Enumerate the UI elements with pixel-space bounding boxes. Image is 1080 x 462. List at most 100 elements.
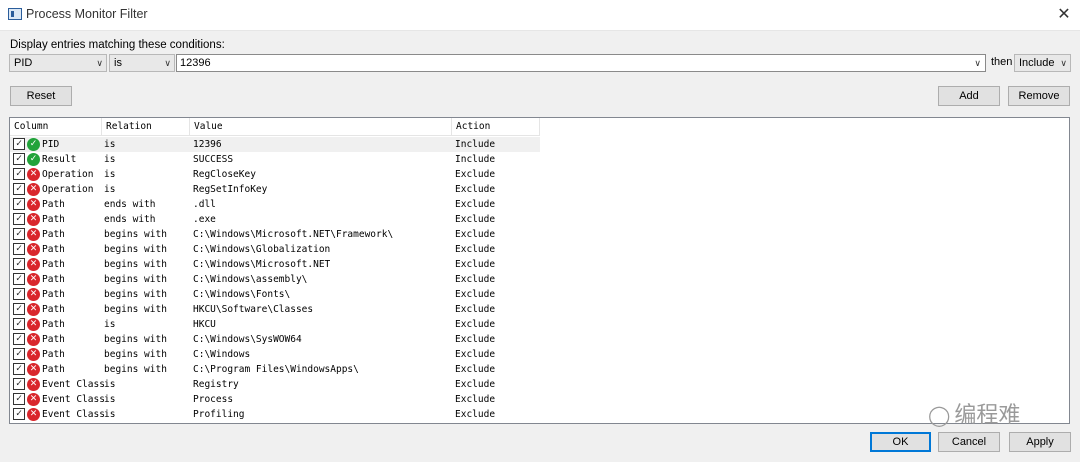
- enable-checkbox[interactable]: ✓: [13, 303, 25, 315]
- table-row[interactable]: ✓ ✕ Path ends with .dll Exclude: [10, 197, 540, 212]
- row-action-cell: Exclude: [455, 319, 496, 330]
- enable-checkbox[interactable]: ✓: [13, 198, 25, 210]
- enable-checkbox[interactable]: ✓: [13, 333, 25, 345]
- table-row[interactable]: ✓ ✕ Path begins with C:\Windows\Microsoft.NE…: [10, 257, 540, 272]
- enable-checkbox[interactable]: ✓: [13, 228, 25, 240]
- enable-checkbox[interactable]: ✓: [13, 138, 25, 150]
- row-column-cell: Path: [42, 319, 65, 330]
- enable-checkbox[interactable]: ✓: [13, 243, 25, 255]
- action-select-value: Include: [1019, 57, 1055, 69]
- exclude-x-icon: ✕: [27, 303, 40, 316]
- column-header-column[interactable]: Column: [10, 118, 102, 136]
- row-relation-cell: begins with: [104, 229, 167, 240]
- enable-checkbox[interactable]: ✓: [13, 258, 25, 270]
- column-header-action[interactable]: Action: [452, 118, 540, 136]
- row-value-cell: C:\Windows\Microsoft.NET\Framework\: [193, 229, 394, 240]
- table-row[interactable]: ✓ ✕ Operation is RegSetInfoKey Exclude: [10, 182, 540, 197]
- row-value-cell: Profiling: [193, 409, 245, 420]
- row-relation-cell: ends with: [104, 199, 156, 210]
- row-action-cell: Include: [455, 154, 496, 165]
- table-row[interactable]: ✓ ✕ Path begins with C:\Program Files\Window…: [10, 362, 540, 377]
- row-relation-cell: begins with: [104, 349, 167, 360]
- action-select[interactable]: Include ∨: [1014, 54, 1071, 72]
- enable-checkbox[interactable]: ✓: [13, 183, 25, 195]
- reset-button[interactable]: Reset: [10, 86, 72, 106]
- ok-button[interactable]: OK: [870, 432, 931, 452]
- table-row[interactable]: ✓ ✓ Result is SUCCESS Include: [10, 152, 540, 167]
- row-value-cell: HKCU: [193, 319, 216, 330]
- enable-checkbox[interactable]: ✓: [13, 318, 25, 330]
- table-row[interactable]: ✓ ✕ Operation is RegCloseKey Exclude: [10, 167, 540, 182]
- enable-checkbox[interactable]: ✓: [13, 363, 25, 375]
- table-row[interactable]: ✓ ✕ Event Class is Profiling Exclude: [10, 407, 540, 422]
- table-row[interactable]: ✓ ✕ Event Class is Process Exclude: [10, 392, 540, 407]
- row-value-cell: C:\Windows\Microsoft.NET: [193, 259, 331, 270]
- close-button[interactable]: ✕: [1048, 2, 1080, 28]
- exclude-x-icon: ✕: [27, 273, 40, 286]
- value-input[interactable]: 12396 ∨: [176, 54, 986, 72]
- table-row[interactable]: ✓ ✕ Path begins with C:\Windows\Globalizatio…: [10, 242, 540, 257]
- row-action-cell: Exclude: [455, 244, 496, 255]
- enable-checkbox[interactable]: ✓: [13, 213, 25, 225]
- enable-checkbox[interactable]: ✓: [13, 153, 25, 165]
- row-relation-cell: begins with: [104, 364, 167, 375]
- column-header-relation[interactable]: Relation: [102, 118, 190, 136]
- row-action-cell: Exclude: [455, 394, 496, 405]
- remove-button[interactable]: Remove: [1008, 86, 1070, 106]
- table-row[interactable]: ✓ ✕ Path is HKCU Exclude: [10, 317, 540, 332]
- relation-select[interactable]: is ∨: [109, 54, 175, 72]
- table-row[interactable]: ✓ ✕ Path begins with C:\Windows\Fonts\ Exclud…: [10, 287, 540, 302]
- enable-checkbox[interactable]: ✓: [13, 273, 25, 285]
- row-column-cell: Path: [42, 214, 65, 225]
- enable-checkbox[interactable]: ✓: [13, 393, 25, 405]
- row-relation-cell: begins with: [104, 304, 167, 315]
- row-action-cell: Exclude: [455, 229, 496, 240]
- row-action-cell: Exclude: [455, 274, 496, 285]
- row-value-cell: HKCU\Software\Classes: [193, 304, 314, 315]
- column-select[interactable]: PID ∨: [9, 54, 107, 72]
- process-monitor-icon: [8, 8, 22, 20]
- row-column-cell: Path: [42, 304, 65, 315]
- table-row[interactable]: ✓ ✕ Path begins with C:\Windows\Microsoft.NE…: [10, 227, 540, 242]
- row-relation-cell: is: [104, 409, 116, 420]
- window-title: Process Monitor Filter: [26, 7, 148, 21]
- exclude-x-icon: ✕: [27, 198, 40, 211]
- filter-rows: ✓ ✓ PID is 12396 Include ✓ ✓ Result is SUCCESS Incl…: [10, 137, 1069, 422]
- row-relation-cell: begins with: [104, 244, 167, 255]
- apply-button[interactable]: Apply: [1009, 432, 1071, 452]
- row-value-cell: Registry: [193, 379, 239, 390]
- filter-list[interactable]: Column Relation Value Action ✓ ✓ PID is 1239…: [9, 117, 1070, 424]
- enable-checkbox[interactable]: ✓: [13, 348, 25, 360]
- row-action-cell: Exclude: [455, 214, 496, 225]
- table-row[interactable]: ✓ ✕ Path ends with .exe Exclude: [10, 212, 540, 227]
- column-header-value[interactable]: Value: [190, 118, 452, 136]
- table-row[interactable]: ✓ ✓ PID is 12396 Include: [10, 137, 540, 152]
- row-column-cell: Path: [42, 199, 65, 210]
- exclude-x-icon: ✕: [27, 363, 40, 376]
- add-button[interactable]: Add: [938, 86, 1000, 106]
- row-value-cell: 12396: [193, 139, 222, 150]
- row-action-cell: Exclude: [455, 334, 496, 345]
- row-relation-cell: begins with: [104, 289, 167, 300]
- then-label: then: [991, 56, 1013, 68]
- column-select-value: PID: [14, 57, 33, 69]
- chevron-down-icon: ∨: [1060, 58, 1067, 68]
- relation-select-value: is: [114, 57, 122, 69]
- chevron-down-icon[interactable]: ∨: [974, 55, 981, 71]
- cancel-button[interactable]: Cancel: [938, 432, 1000, 452]
- exclude-x-icon: ✕: [27, 333, 40, 346]
- row-value-cell: C:\Windows\SysWOW64: [193, 334, 302, 345]
- table-row[interactable]: ✓ ✕ Path begins with C:\Windows\SysWOW64 Excl…: [10, 332, 540, 347]
- table-row[interactable]: ✓ ✕ Event Class is Registry Exclude: [10, 377, 540, 392]
- table-row[interactable]: ✓ ✕ Path begins with C:\Windows\assembly\ Exc…: [10, 272, 540, 287]
- enable-checkbox[interactable]: ✓: [13, 378, 25, 390]
- row-value-cell: C:\Windows: [193, 349, 251, 360]
- table-row[interactable]: ✓ ✕ Path begins with C:\Windows Exclude: [10, 347, 540, 362]
- enable-checkbox[interactable]: ✓: [13, 408, 25, 420]
- enable-checkbox[interactable]: ✓: [13, 288, 25, 300]
- enable-checkbox[interactable]: ✓: [13, 168, 25, 180]
- row-column-cell: Path: [42, 229, 65, 240]
- exclude-x-icon: ✕: [27, 213, 40, 226]
- exclude-x-icon: ✕: [27, 243, 40, 256]
- table-row[interactable]: ✓ ✕ Path begins with HKCU\Software\Classes Ex…: [10, 302, 540, 317]
